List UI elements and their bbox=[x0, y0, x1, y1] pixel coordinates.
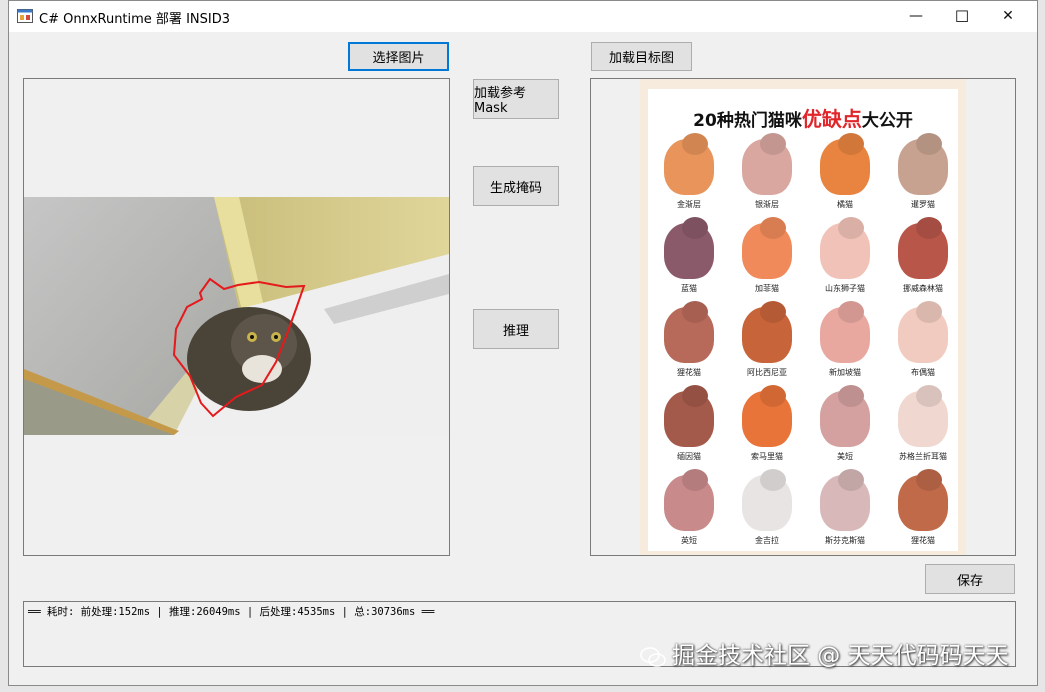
cat-head bbox=[916, 469, 942, 491]
cat-head bbox=[916, 301, 942, 323]
cat-card: 暹罗猫 bbox=[886, 131, 960, 213]
cat-head bbox=[760, 301, 786, 323]
save-button[interactable]: 保存 bbox=[925, 564, 1015, 594]
cat-head bbox=[682, 301, 708, 323]
close-button[interactable]: ✕ bbox=[985, 1, 1031, 32]
cat-head bbox=[682, 133, 708, 155]
cat-card: 挪威森林猫 bbox=[886, 215, 960, 297]
cat-card: 狸花猫 bbox=[886, 467, 960, 549]
target-image-box: 20种热门猫咪优缺点大公开 金渐层 银渐层 橘猫 暹罗猫蓝猫 加菲猫 山东狮子猫 挪威森林猫… bbox=[590, 78, 1016, 556]
cat-card: 山东狮子猫 bbox=[808, 215, 882, 297]
cat-label: 布偶猫 bbox=[911, 368, 935, 377]
load-reference-mask-button[interactable]: 加载参考Mask bbox=[473, 79, 559, 119]
cat-card: 美短 bbox=[808, 383, 882, 465]
cat-card: 橘猫 bbox=[808, 131, 882, 213]
select-image-button[interactable]: 选择图片 bbox=[348, 42, 449, 71]
cat-label: 狸花猫 bbox=[677, 368, 701, 377]
poster-title-prefix: 20种热门猫咪 bbox=[693, 111, 802, 131]
timing-log: ══ 耗时: 前处理:152ms | 推理:26049ms | 后处理:4535… bbox=[28, 606, 435, 618]
cat-card: 新加坡猫 bbox=[808, 299, 882, 381]
cat-label: 索马里猫 bbox=[751, 452, 783, 461]
cat-label: 阿比西尼亚 bbox=[747, 368, 787, 377]
cat-label: 斯芬克斯猫 bbox=[825, 536, 865, 545]
cat-label: 金渐层 bbox=[677, 200, 701, 209]
reference-image bbox=[24, 197, 449, 435]
cat-head bbox=[916, 133, 942, 155]
cat-head bbox=[760, 385, 786, 407]
cat-head bbox=[838, 133, 864, 155]
cat-label: 缅因猫 bbox=[677, 452, 701, 461]
cat-label: 苏格兰折耳猫 bbox=[899, 452, 947, 461]
poster-title-suffix: 大公开 bbox=[861, 111, 913, 131]
cat-label: 蓝猫 bbox=[681, 284, 697, 293]
poster-title: 20种热门猫咪优缺点大公开 bbox=[640, 103, 966, 132]
cat-head bbox=[682, 469, 708, 491]
cat-head bbox=[916, 217, 942, 239]
reference-image-box bbox=[23, 78, 450, 556]
cat-card: 英短 bbox=[652, 467, 726, 549]
cat-label: 金吉拉 bbox=[755, 536, 779, 545]
generate-mask-button[interactable]: 生成掩码 bbox=[473, 166, 559, 206]
watermark: 掘金技术社区 @ 天天代码码天天 bbox=[640, 636, 1009, 670]
cat-head bbox=[838, 301, 864, 323]
cat-label: 暹罗猫 bbox=[911, 200, 935, 209]
cat-head bbox=[760, 217, 786, 239]
cat-label: 加菲猫 bbox=[755, 284, 779, 293]
target-poster: 20种热门猫咪优缺点大公开 金渐层 银渐层 橘猫 暹罗猫蓝猫 加菲猫 山东狮子猫 挪威森林猫… bbox=[640, 79, 966, 555]
windows-form-icon bbox=[17, 9, 33, 23]
cat-card: 金渐层 bbox=[652, 131, 726, 213]
load-target-image-button[interactable]: 加载目标图 bbox=[591, 42, 692, 71]
watermark-text: 掘金技术社区 @ 天天代码码天天 bbox=[672, 643, 1009, 669]
cat-card: 阿比西尼亚 bbox=[730, 299, 804, 381]
minimize-button[interactable]: — bbox=[893, 1, 939, 32]
cat-head bbox=[916, 385, 942, 407]
title-bar[interactable]: C# OnnxRuntime 部署 INSID3 — ☐ ✕ bbox=[9, 1, 1037, 32]
cat-head bbox=[838, 217, 864, 239]
infer-button[interactable]: 推理 bbox=[473, 309, 559, 349]
cat-label: 银渐层 bbox=[755, 200, 779, 209]
cat-label: 美短 bbox=[837, 452, 853, 461]
cat-card: 苏格兰折耳猫 bbox=[886, 383, 960, 465]
cat-label: 橘猫 bbox=[837, 200, 853, 209]
cat-card: 斯芬克斯猫 bbox=[808, 467, 882, 549]
cat-label: 英短 bbox=[681, 536, 697, 545]
cat-card: 缅因猫 bbox=[652, 383, 726, 465]
cat-head bbox=[838, 385, 864, 407]
cat-label: 山东狮子猫 bbox=[825, 284, 865, 293]
app-window: C# OnnxRuntime 部署 INSID3 — ☐ ✕ 选择图片 加载目标… bbox=[8, 0, 1038, 686]
window-title: C# OnnxRuntime 部署 INSID3 bbox=[39, 12, 230, 27]
cat-head bbox=[682, 217, 708, 239]
cat-card: 加菲猫 bbox=[730, 215, 804, 297]
cat-head bbox=[760, 133, 786, 155]
cat-label: 挪威森林猫 bbox=[903, 284, 943, 293]
poster-title-highlight: 优缺点 bbox=[801, 107, 862, 131]
cat-head bbox=[760, 469, 786, 491]
maximize-button[interactable]: ☐ bbox=[939, 1, 985, 32]
cat-card: 布偶猫 bbox=[886, 299, 960, 381]
cat-card: 狸花猫 bbox=[652, 299, 726, 381]
cat-card: 索马里猫 bbox=[730, 383, 804, 465]
cat-label: 狸花猫 bbox=[911, 536, 935, 545]
cat-card: 金吉拉 bbox=[730, 467, 804, 549]
cat-head bbox=[682, 385, 708, 407]
cat-card: 蓝猫 bbox=[652, 215, 726, 297]
wechat-icon bbox=[640, 646, 666, 667]
cat-head bbox=[838, 469, 864, 491]
cat-card: 银渐层 bbox=[730, 131, 804, 213]
cat-label: 新加坡猫 bbox=[829, 368, 861, 377]
